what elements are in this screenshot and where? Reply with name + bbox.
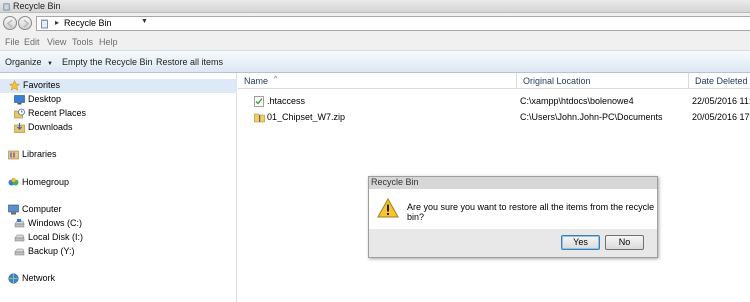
forward-button[interactable] — [18, 16, 32, 30]
drive-icon — [14, 248, 25, 256]
breadcrumb-recycle-bin[interactable]: Recycle Bin — [64, 18, 112, 28]
homegroup-icon — [8, 177, 19, 186]
row-original-location: C:\Users\John.John-PC\Documents — [520, 112, 663, 122]
column-header-date-deleted[interactable]: Date Deleted — [689, 73, 750, 89]
drive-icon — [14, 219, 25, 228]
desktop-icon — [14, 95, 25, 105]
network-icon — [8, 273, 19, 284]
nav-homegroup[interactable]: Homegroup — [8, 176, 208, 189]
file-icon — [254, 96, 264, 107]
column-header-original-location-label: Original Location — [523, 76, 591, 86]
yes-button[interactable]: Yes — [561, 235, 600, 250]
libraries-icon — [8, 150, 19, 160]
zip-folder-icon — [254, 113, 265, 123]
nav-recent-places[interactable]: Recent Places — [14, 107, 214, 120]
menu-help[interactable]: Help — [99, 37, 118, 47]
nav-libraries-label: Libraries — [22, 149, 57, 159]
empty-recycle-bin-button[interactable]: Empty the Recycle Bin — [62, 57, 153, 67]
dialog-message: Are you sure you want to restore all the… — [407, 202, 655, 222]
nav-network-label: Network — [22, 273, 56, 283]
nav-homegroup-label: Homegroup — [22, 177, 70, 187]
menu-bar: File Edit View Tools Help — [0, 34, 750, 50]
computer-icon — [8, 204, 19, 215]
window-title: Recycle Bin — [13, 1, 61, 11]
command-bar: Organize ▼ Empty the Recycle Bin Restore… — [0, 50, 750, 73]
recent-places-icon — [14, 108, 25, 119]
menu-edit[interactable]: Edit — [24, 37, 40, 47]
row-date-deleted: 22/05/2016 11: — [692, 96, 750, 106]
column-header-original-location[interactable]: Original Location — [517, 73, 689, 89]
row-date-deleted: 20/05/2016 17: — [692, 112, 750, 122]
nav-downloads[interactable]: Downloads — [14, 121, 214, 134]
organize-button[interactable]: Organize ▼ — [5, 57, 53, 67]
warning-icon — [377, 198, 399, 218]
nav-network[interactable]: Network — [8, 272, 208, 285]
no-button[interactable]: No — [605, 235, 644, 250]
nav-downloads-label: Downloads — [28, 122, 73, 132]
nav-computer-label: Computer — [22, 204, 62, 214]
address-field[interactable]: ▸ Recycle Bin ▼ — [36, 16, 750, 31]
nav-recent-places-label: Recent Places — [28, 108, 87, 118]
forward-arrow-icon — [23, 19, 30, 28]
restore-confirm-dialog: Recycle Bin Are you sure you want to res… — [368, 176, 658, 258]
row-name: .htaccess — [267, 96, 306, 106]
nav-drive-i[interactable]: Local Disk (I:) — [14, 231, 214, 244]
restore-all-items-button[interactable]: Restore all items — [156, 57, 223, 67]
dialog-title-bar[interactable]: Recycle Bin — [369, 177, 657, 189]
nav-desktop-label: Desktop — [28, 94, 62, 104]
menu-tools[interactable]: Tools — [72, 37, 93, 47]
row-name: 01_Chipset_W7.zip — [267, 112, 346, 122]
title-bar: Recycle Bin — [0, 0, 750, 13]
chevron-down-icon[interactable]: ▼ — [141, 18, 148, 25]
dialog-title: Recycle Bin — [371, 177, 419, 187]
column-header-name-label: Name — [244, 76, 269, 86]
back-arrow-icon — [6, 19, 13, 28]
nav-drive-i-label: Local Disk (I:) — [28, 232, 84, 242]
nav-computer[interactable]: Computer — [8, 203, 208, 216]
column-header-name[interactable]: Name ^ — [238, 73, 517, 89]
breadcrumb-separator[interactable]: ▸ — [55, 18, 59, 27]
menu-view[interactable]: View — [47, 37, 66, 47]
navigation-bar: ▸ Recycle Bin ▼ — [0, 13, 750, 34]
column-header-date-deleted-label: Date Deleted — [695, 76, 748, 86]
table-row[interactable]: .htaccess C:\xampp\htdocs\bolenowe4 22/0… — [238, 95, 750, 110]
back-button[interactable] — [3, 16, 17, 30]
nav-favorites-label: Favorites — [23, 80, 61, 90]
row-original-location: C:\xampp\htdocs\bolenowe4 — [520, 96, 634, 106]
nav-desktop[interactable]: Desktop — [14, 93, 214, 106]
star-icon — [9, 80, 20, 91]
navigation-pane: Favorites Desktop Recent Places Download… — [0, 73, 237, 302]
recycle-bin-icon — [3, 3, 10, 11]
nav-favorites[interactable]: Favorites — [0, 79, 237, 93]
downloads-icon — [14, 123, 25, 133]
chevron-down-icon: ▼ — [47, 61, 53, 67]
sort-ascending-icon: ^ — [274, 76, 278, 83]
nav-drive-c-label: Windows (C:) — [28, 218, 83, 228]
nav-drive-y-label: Backup (Y:) — [28, 246, 75, 256]
organize-label: Organize — [5, 57, 42, 67]
table-row[interactable]: 01_Chipset_W7.zip C:\Users\John.John-PC\… — [238, 111, 750, 126]
menu-file[interactable]: File — [5, 37, 20, 47]
drive-icon — [14, 234, 25, 242]
dialog-body: Are you sure you want to restore all the… — [369, 189, 657, 229]
nav-libraries[interactable]: Libraries — [8, 148, 208, 161]
nav-drive-c[interactable]: Windows (C:) — [14, 217, 214, 230]
nav-drive-y[interactable]: Backup (Y:) — [14, 245, 214, 258]
recycle-bin-icon — [41, 19, 48, 29]
